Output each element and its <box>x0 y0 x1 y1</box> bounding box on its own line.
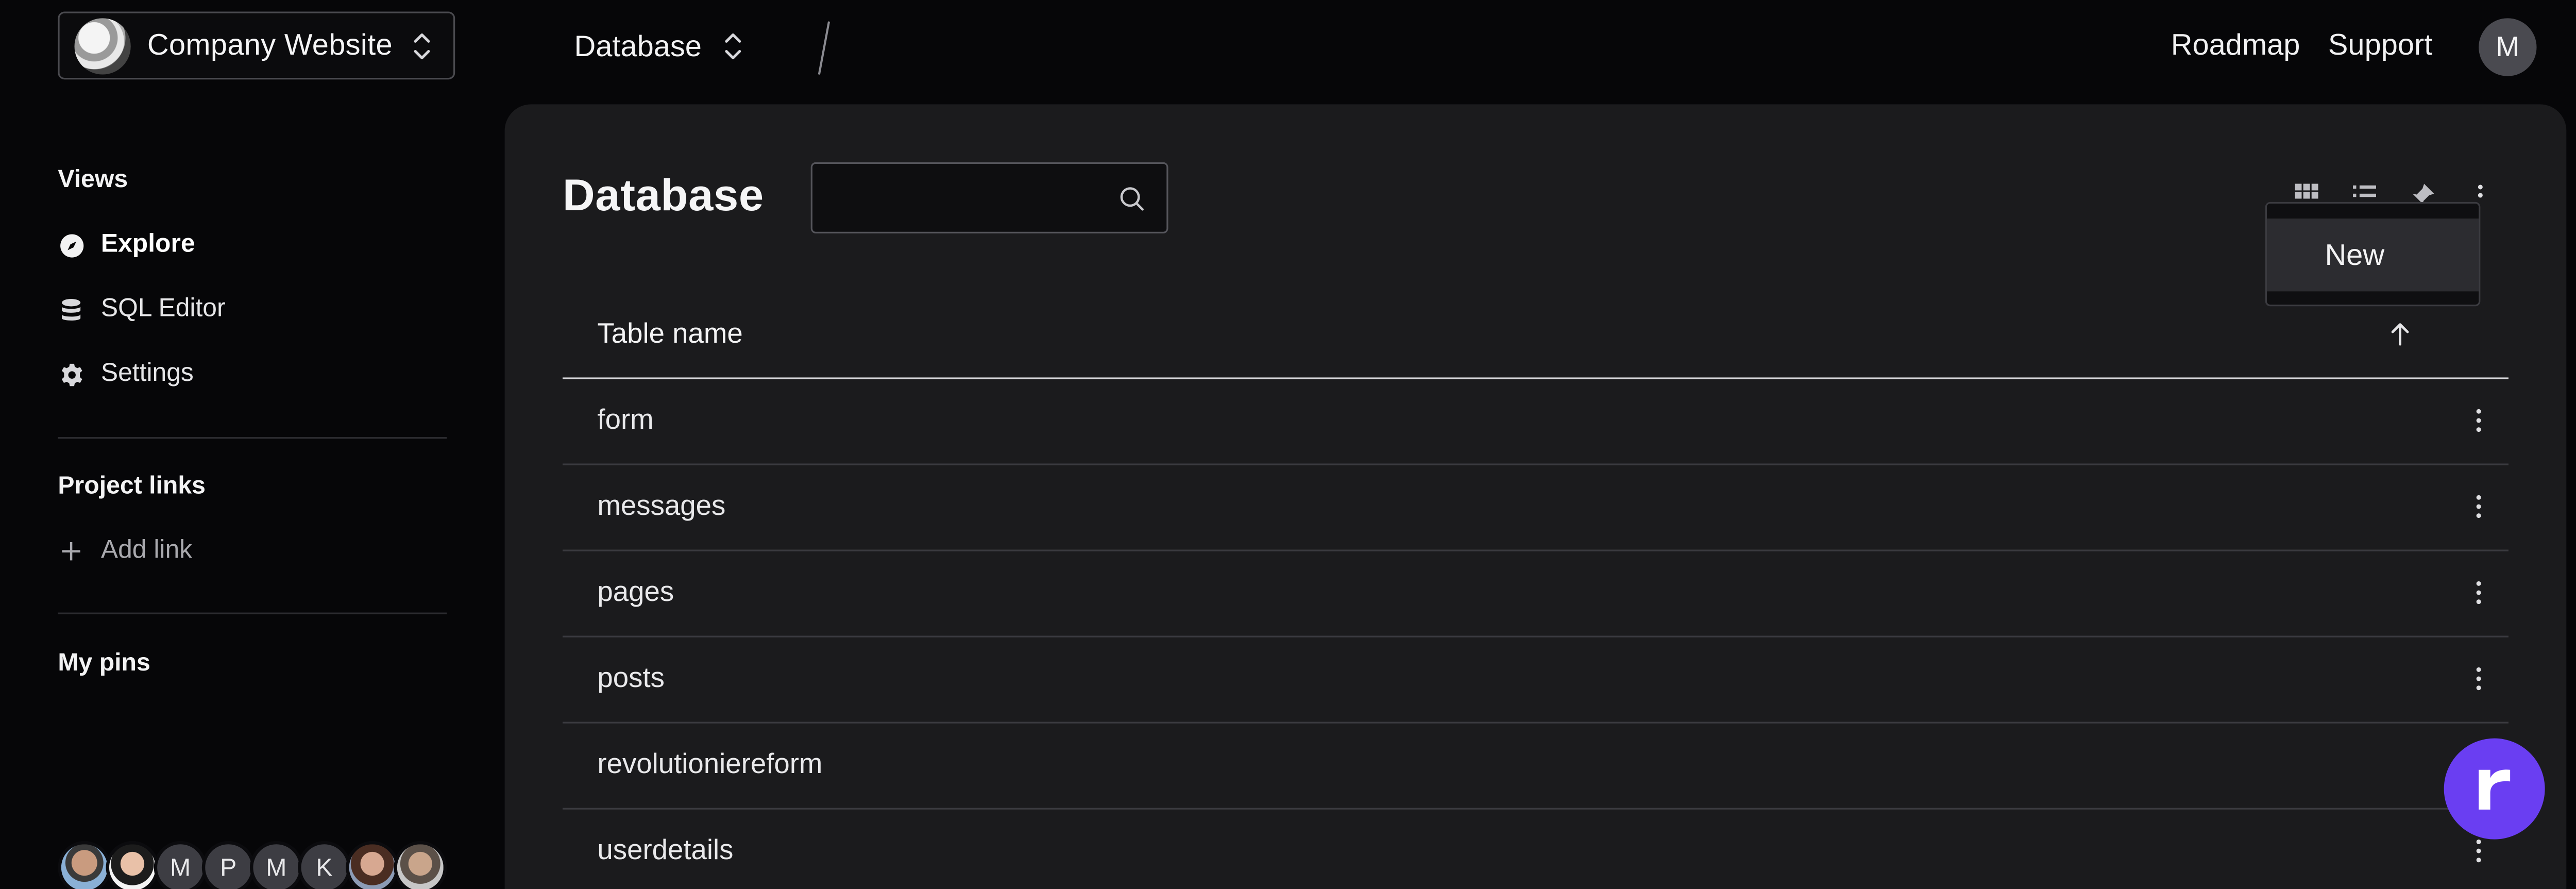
more-vertical-icon[interactable] <box>2467 579 2490 606</box>
more-vertical-icon[interactable] <box>2467 837 2490 864</box>
sidebar-item-label: Explore <box>100 230 195 259</box>
sidebar-item-label: Settings <box>100 359 194 388</box>
avatar[interactable] <box>106 841 159 889</box>
table-row[interactable]: messages <box>562 463 2509 551</box>
page-title: Database <box>562 170 764 221</box>
user-avatar[interactable]: M <box>2479 18 2537 76</box>
support-link[interactable]: Support <box>2328 28 2432 63</box>
avatar[interactable] <box>394 841 447 889</box>
actions-dropdown: New <box>2265 202 2481 307</box>
database-switcher[interactable]: Database <box>574 26 743 66</box>
table-header: Table name <box>562 291 2509 379</box>
table-name-cell: form <box>597 404 654 435</box>
table-name-cell: pages <box>597 576 674 608</box>
more-vertical-icon[interactable] <box>2467 493 2490 519</box>
sidebar-item-label: SQL Editor <box>100 294 226 323</box>
project-avatar <box>74 17 131 74</box>
more-vertical-icon[interactable] <box>2467 407 2490 433</box>
avatar[interactable]: M <box>154 841 207 889</box>
sidebar-item-settings[interactable]: Settings <box>58 358 194 391</box>
avatar[interactable]: K <box>298 841 351 889</box>
sidebar-item-explore[interactable]: Explore <box>58 228 195 261</box>
breadcrumb-separator <box>818 21 831 75</box>
roadmap-link[interactable]: Roadmap <box>2171 28 2300 63</box>
app-window: Company Website Database Roadmap Support… <box>0 0 2576 889</box>
plus-icon <box>58 538 84 564</box>
column-header-table-name[interactable]: Table name <box>597 318 742 351</box>
my-pins-heading: My pins <box>58 649 150 677</box>
table-name-cell: userdetails <box>597 834 734 866</box>
avatar[interactable]: P <box>201 841 255 889</box>
chevron-up-down-icon <box>725 33 741 60</box>
search-box <box>810 162 1168 233</box>
database-switcher-label: Database <box>574 29 702 62</box>
add-link-label: Add link <box>100 536 193 565</box>
brand-logo-icon <box>2478 768 2510 809</box>
avatar[interactable] <box>58 841 111 889</box>
table-name-cell: revolutioniereform <box>597 748 823 780</box>
new-menu-item[interactable]: New <box>2267 219 2479 292</box>
gear-icon <box>58 361 84 387</box>
avatar[interactable] <box>346 841 399 889</box>
sidebar-item-sql-editor[interactable]: SQL Editor <box>58 293 226 326</box>
add-link-button[interactable]: Add link <box>58 535 192 568</box>
table-row[interactable]: userdetails <box>563 808 2509 889</box>
search-input[interactable] <box>812 164 1111 232</box>
table-row[interactable]: pages <box>562 549 2509 638</box>
table-row[interactable]: form <box>562 377 2509 465</box>
project-switcher[interactable]: Company Website <box>58 11 455 80</box>
more-vertical-icon[interactable] <box>2467 665 2490 692</box>
sidebar-divider <box>58 437 447 439</box>
compass-icon <box>58 232 84 258</box>
project-links-heading: Project links <box>58 472 206 500</box>
project-name: Company Website <box>147 28 393 61</box>
table-row[interactable]: revolutioniereform <box>562 722 2509 810</box>
help-chat-button[interactable] <box>2444 738 2545 840</box>
arrow-up-icon[interactable] <box>2389 321 2411 347</box>
table-name-cell: posts <box>597 662 665 694</box>
sidebar-divider <box>58 612 447 614</box>
chevron-up-down-icon <box>414 33 430 60</box>
table-name-cell: messages <box>597 490 726 522</box>
database-icon <box>58 296 84 323</box>
table-row[interactable]: posts <box>562 636 2509 724</box>
views-heading: Views <box>58 165 128 194</box>
search-icon[interactable] <box>1118 186 1145 212</box>
avatar[interactable]: M <box>249 841 303 889</box>
